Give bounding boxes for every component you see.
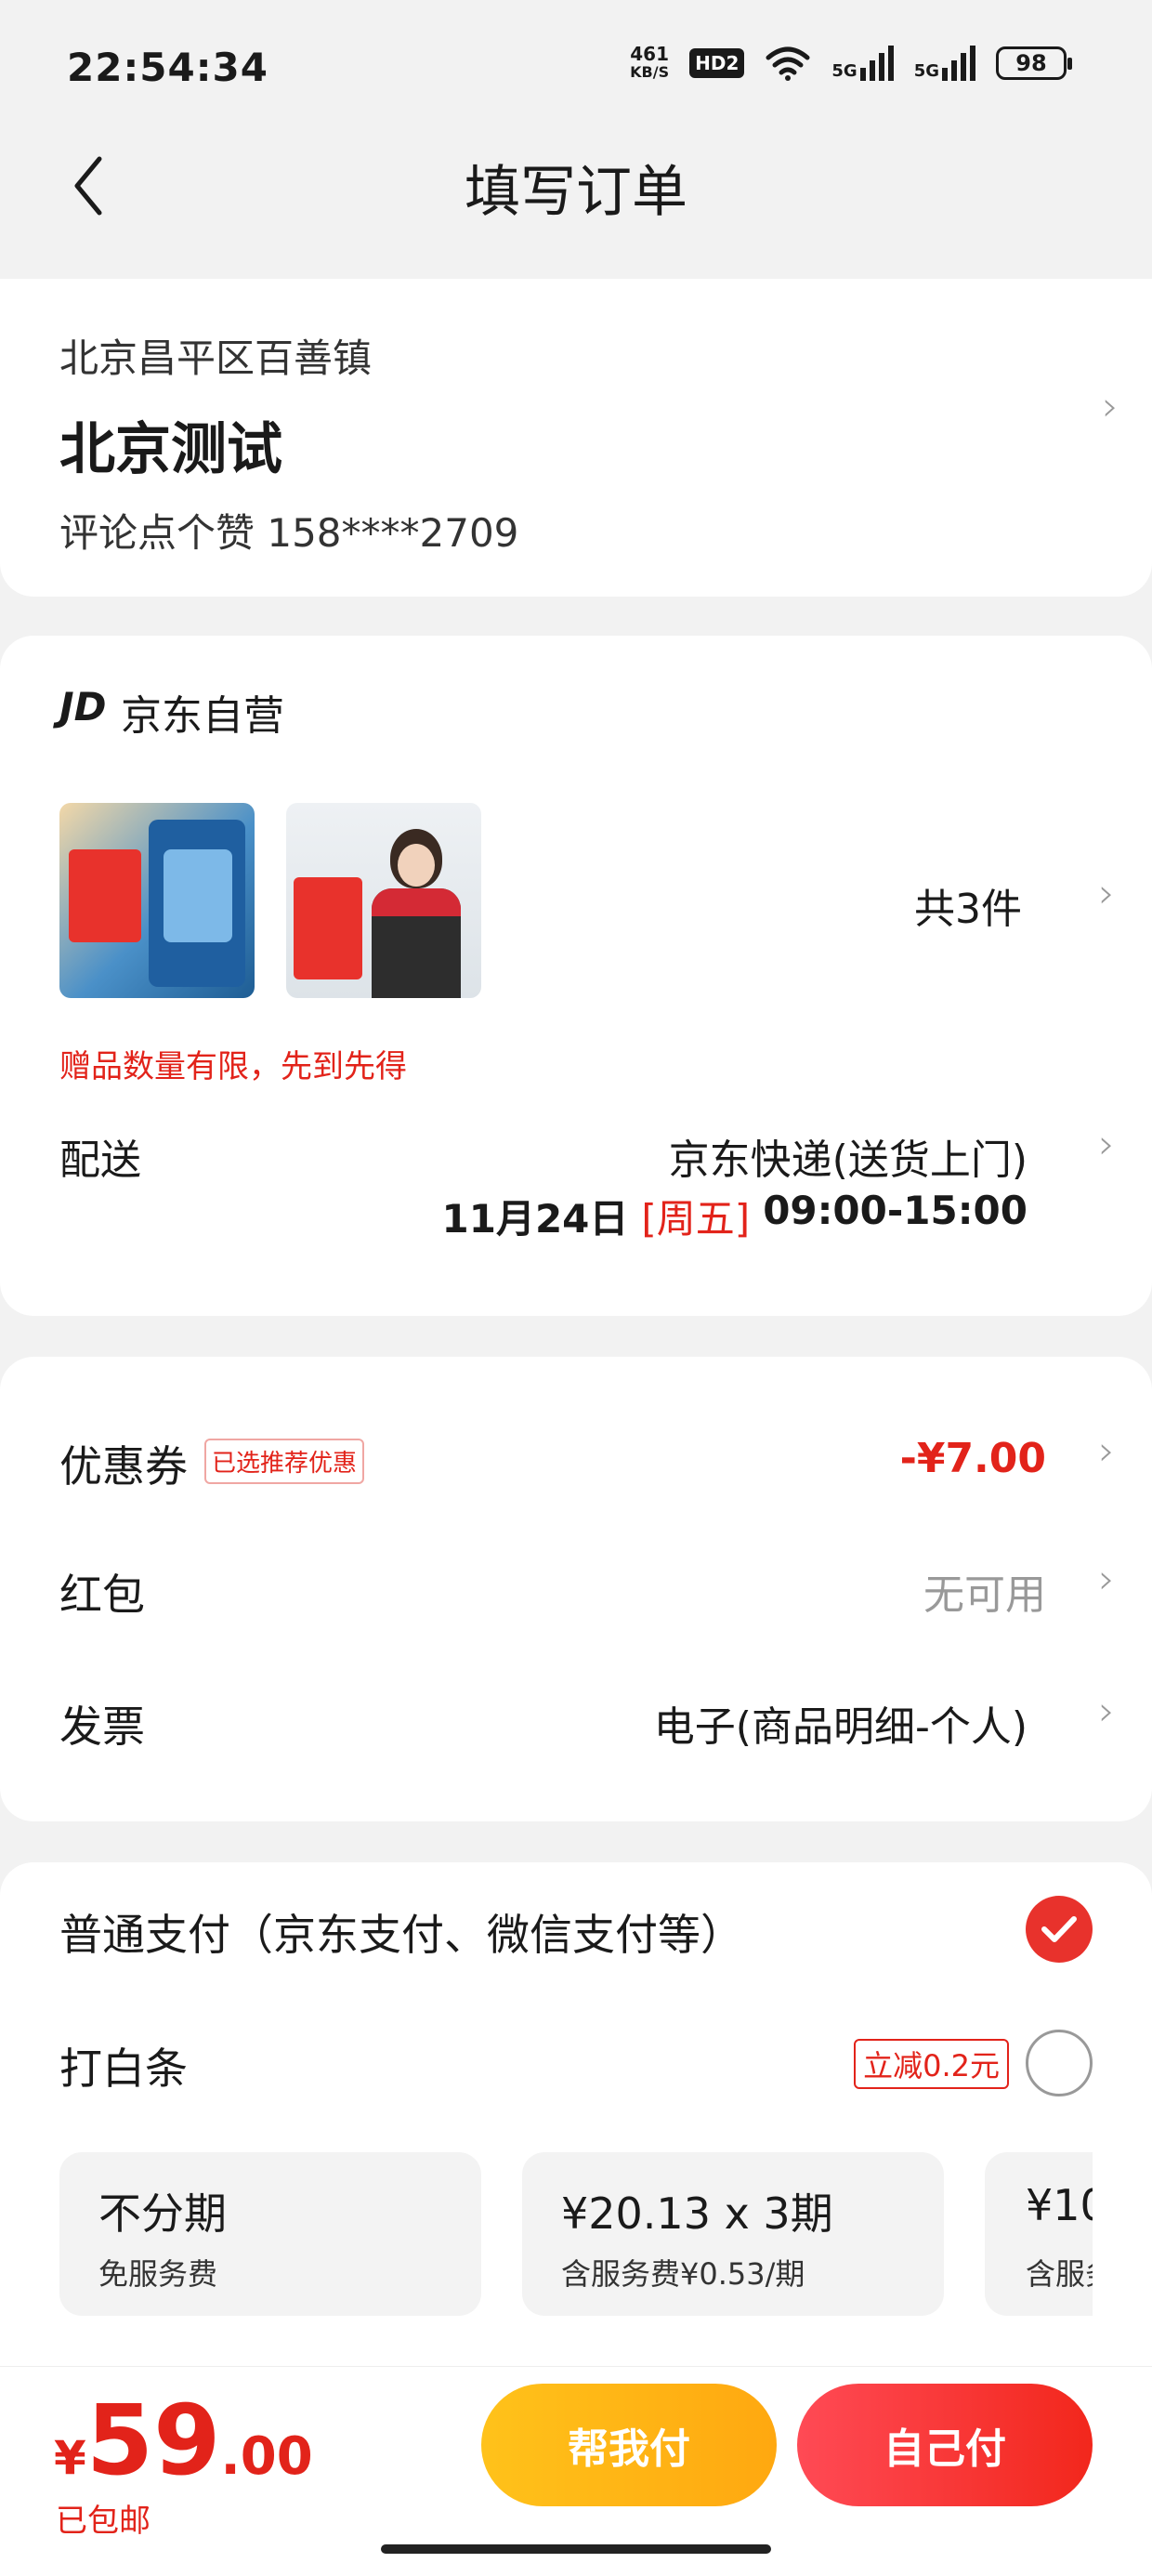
delivery-time[interactable]: 11月24日 [周五] 09:00-15:00 — [442, 1188, 1028, 1244]
discount-card: 优惠券 已选推荐优惠 -¥7.00 › 红包 无可用 › 发票 电子(商品明细-… — [0, 1357, 1152, 1821]
chevron-right-icon: › — [1098, 1688, 1115, 1735]
help-pay-button[interactable]: 帮我付 — [481, 2384, 777, 2506]
baitiao-label[interactable]: 打白条 — [59, 2035, 188, 2096]
coupon-value[interactable]: -¥7.00 — [900, 1435, 1046, 1482]
product-image-housekeeping-service[interactable] — [286, 803, 481, 998]
checkmark-icon[interactable] — [1026, 1896, 1093, 1963]
invoice-value[interactable]: 电子(商品明细-个人) — [654, 1693, 1028, 1753]
cellular-signal-icon: 5G — [831, 46, 894, 81]
total-price: ¥ 59 .00 — [54, 2384, 313, 2497]
normal-payment-label[interactable]: 普通支付（京东支付、微信支付等） — [59, 1901, 743, 1963]
address-detail: 北京测试 — [59, 417, 282, 482]
chevron-right-icon: › — [1098, 1121, 1115, 1168]
nav-bar: 填写订单 — [0, 130, 1152, 242]
installment-plans: 不分期 免服务费 ¥20.13 x 3期 含服务费¥0.53/期 ¥10 含服务 — [59, 2152, 1093, 2320]
installment-plan[interactable]: 不分期 免服务费 — [59, 2152, 481, 2316]
redpacket-label: 红包 — [59, 1570, 145, 1620]
delivery-method[interactable]: 京东快递(送货上门) — [669, 1126, 1028, 1186]
status-time: 22:54:34 — [67, 45, 268, 90]
delivery-weekday: [周五] — [641, 1196, 751, 1242]
delivery-date: 11月24日 — [441, 1196, 629, 1242]
goods-card: JD 京东自营 共3件 › 赠品数量有限，先到先得 配送 京东快递(送货上门) … — [0, 636, 1152, 1316]
address-contact: 评论点个赞 158****2709 — [59, 510, 519, 556]
coupon-tag: 已选推荐优惠 — [204, 1439, 365, 1484]
chevron-right-icon: › — [1098, 1427, 1115, 1475]
chevron-right-icon: › — [1098, 870, 1115, 917]
self-pay-button[interactable]: 自己付 — [797, 2384, 1093, 2506]
page-title: 填写订单 — [465, 160, 687, 225]
address-card[interactable]: 北京昌平区百善镇 北京测试 评论点个赞 158****2709 › — [0, 279, 1152, 597]
free-shipping-label: 已包邮 — [56, 2503, 151, 2540]
delivery-label: 配送 — [59, 1137, 141, 1184]
wifi-icon — [766, 46, 810, 81]
home-indicator[interactable] — [381, 2544, 771, 2554]
hd-voice-icon: HD2 — [689, 48, 745, 78]
baitiao-promo-tag: 立减0.2元 — [854, 2039, 1009, 2089]
coupon-label: 优惠券 — [59, 1441, 188, 1492]
network-speed: 461 KB/S — [630, 43, 670, 81]
invoice-label: 发票 — [59, 1702, 145, 1752]
goods-count-link[interactable]: 共3件 — [914, 875, 1022, 935]
installment-plan[interactable]: ¥10 含服务 — [985, 2152, 1093, 2316]
radio-unchecked-icon[interactable] — [1026, 2030, 1093, 2096]
battery-icon: 98 — [996, 46, 1072, 80]
shop-name: 京东自营 — [121, 692, 284, 740]
installment-plan[interactable]: ¥20.13 x 3期 含服务费¥0.53/期 — [522, 2152, 944, 2316]
cellular-signal-icon-2: 5G — [914, 46, 975, 81]
product-image-sunflower-seeds[interactable] — [59, 803, 255, 998]
gift-notice: 赠品数量有限，先到先得 — [59, 1048, 407, 1085]
status-icons: 461 KB/S HD2 5G 5G 98 — [630, 43, 1072, 82]
address-region: 北京昌平区百善镇 — [59, 335, 373, 381]
delivery-time-range: 09:00-15:00 — [763, 1188, 1028, 1233]
chevron-right-icon: › — [1102, 383, 1119, 430]
redpacket-value[interactable]: 无可用 — [923, 1561, 1046, 1621]
status-bar: 22:54:34 461 KB/S HD2 5G 5G 98 — [0, 0, 1152, 130]
chevron-right-icon: › — [1098, 1556, 1115, 1603]
jd-logo-icon: JD — [59, 684, 107, 729]
